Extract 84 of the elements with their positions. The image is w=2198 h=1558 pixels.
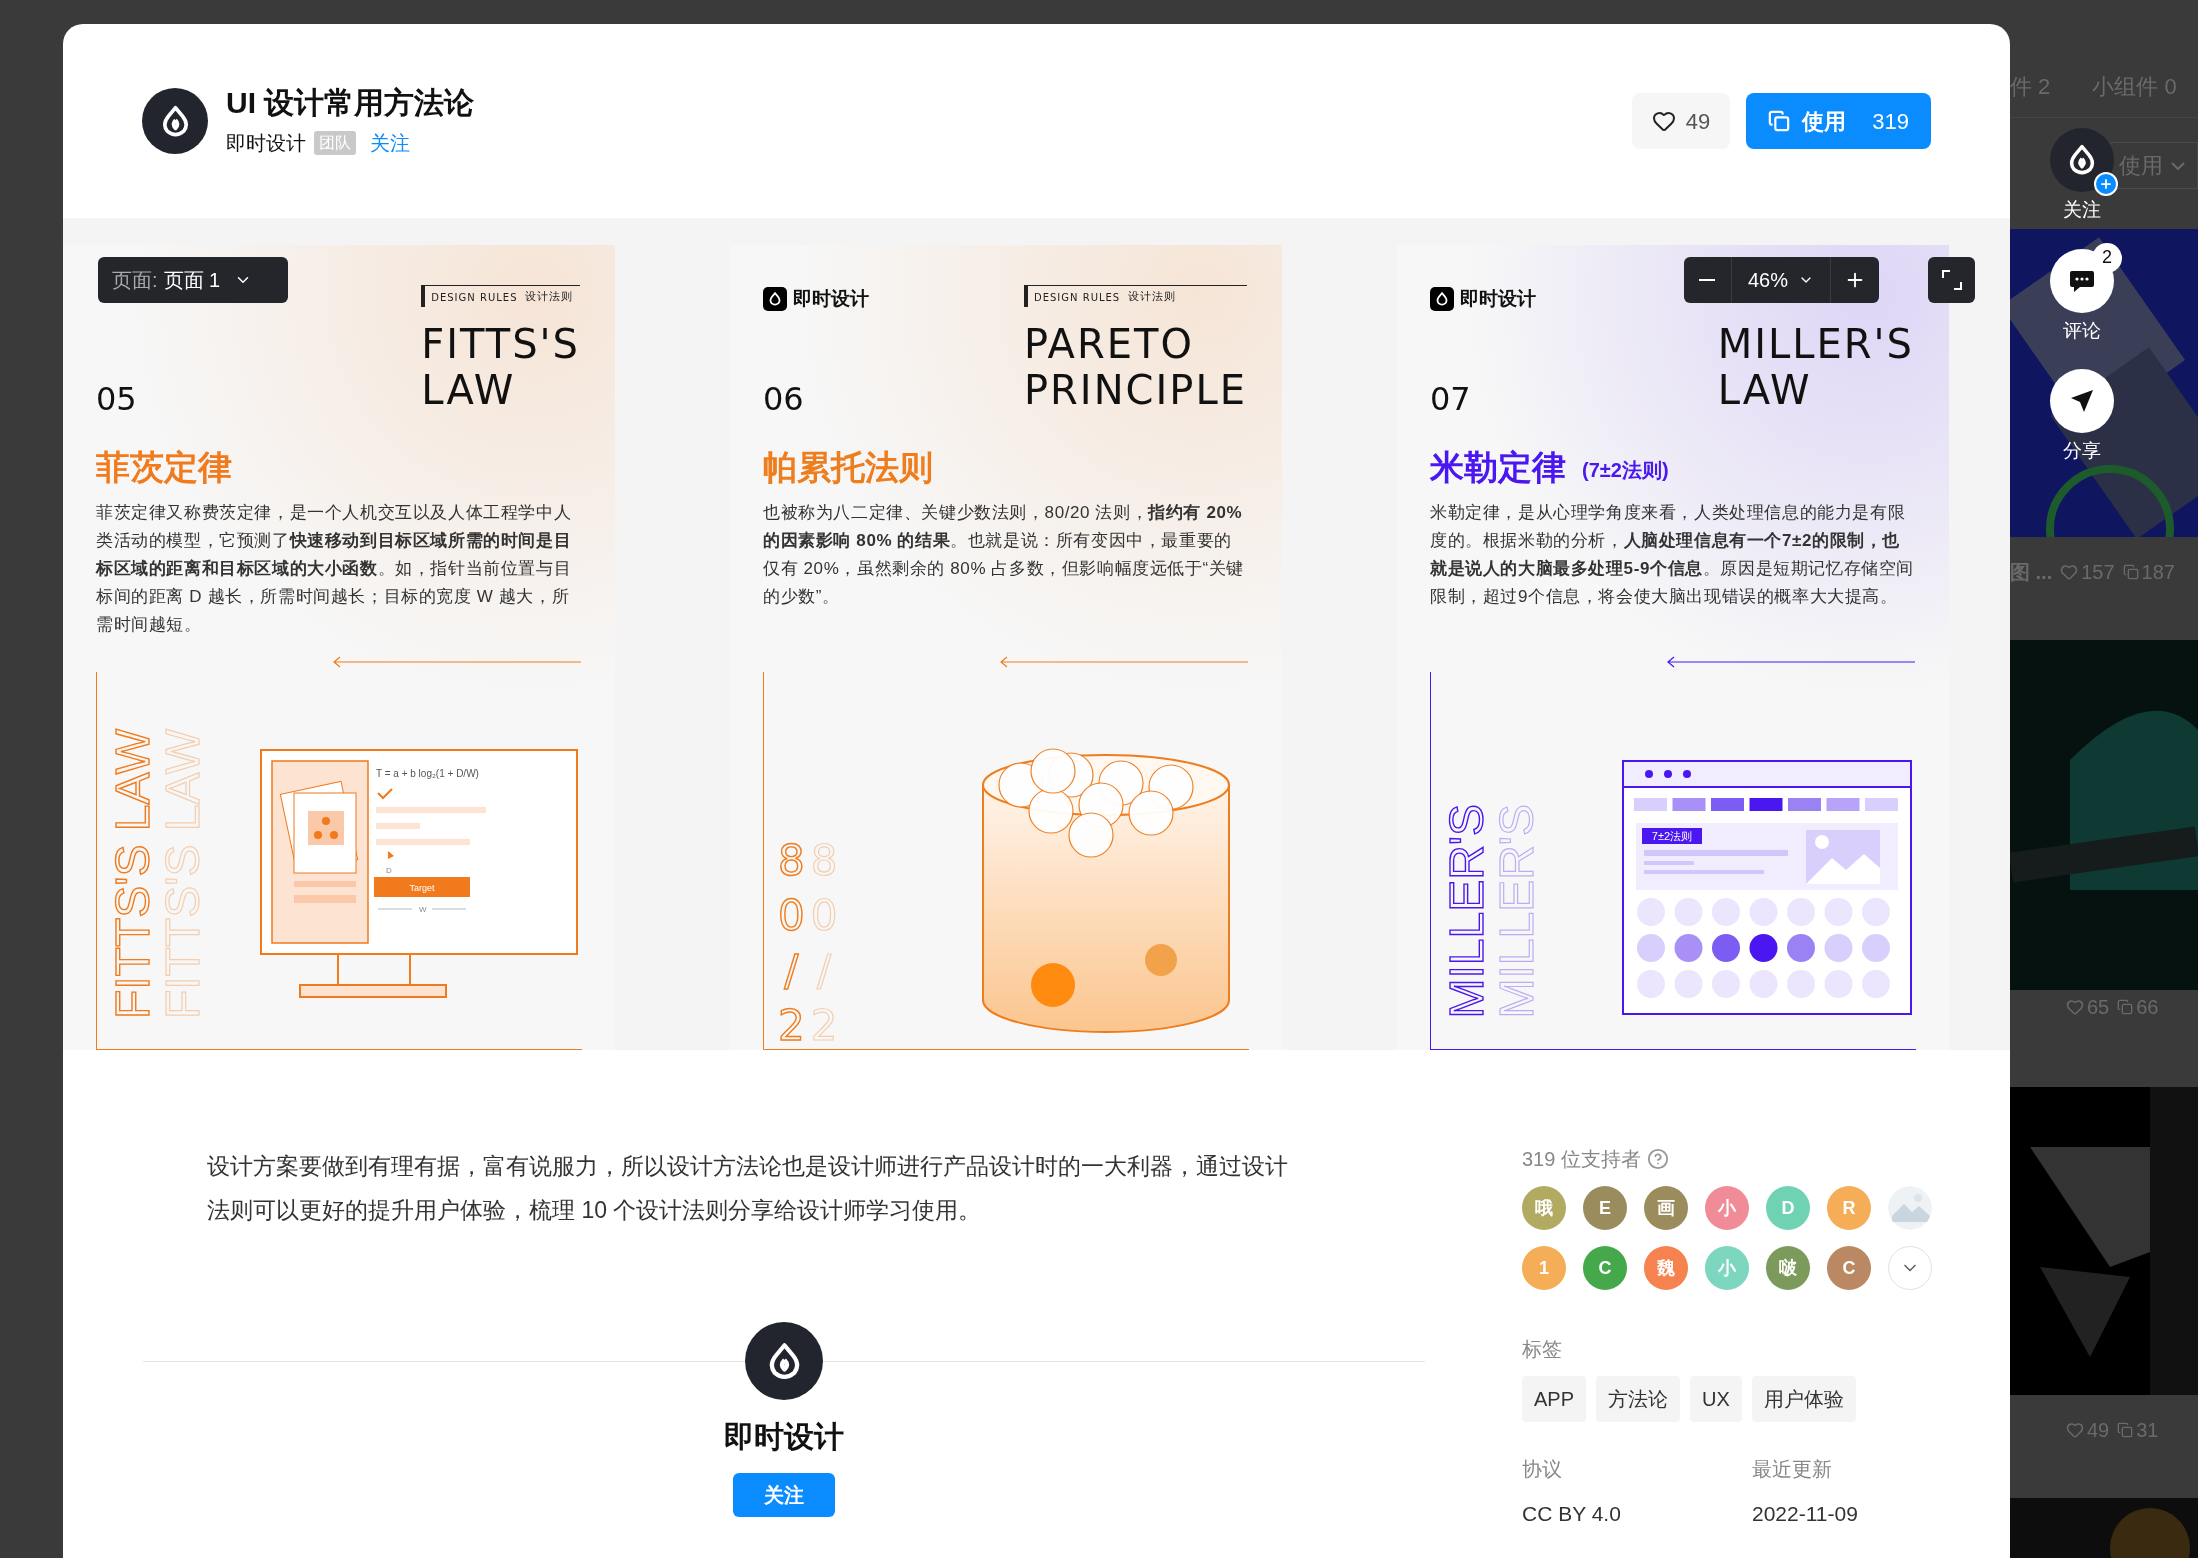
- supporter-avatar[interactable]: 小: [1705, 1186, 1749, 1230]
- rule-description: 米勒定律，是从心理学角度来看，人类处理信息的能力是有限度的。根据米勒的分析，人脑处理信息有一个7±2的限制，也就是说人的大脑最多处理5-9个信息。原因是短期记忆存储空间限制，超过9个信息，将会使大脑出现错误的概率大大提高。: [1430, 502, 1915, 608]
- heart-icon: [1651, 109, 1676, 133]
- tag-chip[interactable]: 方法论: [1596, 1376, 1681, 1422]
- brand-name: 即时设计: [793, 286, 869, 311]
- rule-number: 06: [763, 383, 805, 415]
- tags-heading: 标签: [1522, 1337, 1563, 1362]
- vertical-text: MILLER'S: [1495, 804, 1539, 1019]
- meta-value: CC BY 4.0: [1522, 1501, 1622, 1527]
- paper-plane-icon: [2069, 388, 2095, 414]
- heart-icon: [2066, 998, 2084, 1017]
- vertical-text: 80/2: [810, 835, 838, 1050]
- logo-icon: [1430, 287, 1454, 311]
- fullscreen-button[interactable]: [1928, 257, 1975, 303]
- meta-label: 协议: [1522, 1457, 1563, 1482]
- rule-description: 菲茨定律又称费茨定律，是一个人机交互以及人体工程学中人类活动的模型，它预测了快速移动到目标区域所需的时间是目标区域的距离和目标区域的大小函数。如，指针当前位置与目标间的距离 D 越长，所需时间越长；目标的宽度 W 越大，所需时间越短。: [96, 502, 573, 636]
- heart-icon: [2066, 1421, 2084, 1440]
- copy-icon: [1768, 110, 1791, 132]
- left-arrow-icon: [1666, 656, 1916, 668]
- fullscreen-icon: [1940, 269, 1963, 291]
- supporter-avatar[interactable]: C: [1583, 1246, 1627, 1290]
- follow-button[interactable]: 关注: [733, 1473, 835, 1517]
- copy-icon: [2117, 1422, 2134, 1439]
- like-button[interactable]: 49: [1631, 93, 1731, 149]
- help-icon[interactable]: [1646, 1148, 1669, 1170]
- minus-icon: [1699, 279, 1716, 281]
- copy-icon: [2117, 999, 2134, 1016]
- supporter-avatar[interactable]: D: [1766, 1186, 1810, 1230]
- work-description: 设计方案要做到有理有据，富有说服力，所以设计方法论也是设计师进行产品设计时的一大利器，通过设计法则可以更好的提升用户体验，梳理 10 个设计法则分享给设计师学习使用。: [207, 1152, 1289, 1225]
- supporter-avatar[interactable]: 啵: [1766, 1246, 1810, 1290]
- vertical-text: 80/2: [778, 835, 805, 1050]
- page-select[interactable]: 页面: 页面 1: [98, 257, 288, 303]
- author-name[interactable]: 即时设计: [226, 128, 306, 158]
- vertical-text: MILLER'S: [1445, 804, 1489, 1019]
- rule-number: 05: [96, 383, 137, 415]
- action-label: 评论: [2063, 318, 2101, 343]
- use-button[interactable]: 使用 319: [1746, 93, 1931, 149]
- work-title: UI 设计常用方法论: [226, 85, 475, 121]
- english-title: FITTS'S LAW: [421, 321, 580, 413]
- supporter-avatar[interactable]: 魏: [1644, 1246, 1688, 1290]
- english-title: PARETO PRINCIPLE: [1023, 321, 1247, 413]
- supporter-avatar[interactable]: E: [1583, 1186, 1627, 1230]
- supporter-avatar[interactable]: R: [1827, 1186, 1871, 1230]
- plus-icon[interactable]: [2094, 172, 2118, 196]
- meta-label: 最近更新: [1752, 1457, 1833, 1482]
- left-arrow-icon: [332, 656, 582, 668]
- supporters-count: 319 位支持者: [1522, 1147, 1641, 1172]
- tag-chip[interactable]: 用户体验: [1751, 1376, 1856, 1422]
- vertical-text: FITTS'S LAW: [161, 728, 205, 1019]
- chinese-title: 米勒定律: [1430, 447, 1566, 487]
- rule-number: 07: [1430, 383, 1472, 415]
- design-rules-tag: DESIGN RULES 设计法则: [421, 285, 580, 307]
- follow-link[interactable]: 关注: [370, 128, 410, 158]
- rule-description: 也被称为八二定律、关键少数法则，80/20 法则，指约有 20% 的因素影响 80% 的结果。也就是说：所有变因中，最重要的仅有 20%，虽然剩余的 80% 占多数，但影响幅度远低于“关键的少数”。: [763, 502, 1246, 608]
- logo-icon: [763, 287, 787, 311]
- formula-text: T = a + b log₂(1 + D/W): [376, 768, 479, 779]
- english-title: MILLER'S LAW: [1717, 321, 1914, 413]
- chinese-title: 菲茨定律: [96, 447, 232, 487]
- action-label: 分享: [2063, 439, 2101, 463]
- supporter-avatar[interactable]: C: [1827, 1246, 1871, 1290]
- meta-value: 2022-11-09: [1752, 1501, 1859, 1527]
- comment-icon: [2069, 268, 2095, 293]
- distance-label: D: [386, 866, 392, 875]
- title-note: (7±2法则): [1582, 458, 1669, 483]
- zoom-select[interactable]: 46%: [1731, 257, 1831, 303]
- tag-chip[interactable]: UX: [1690, 1376, 1742, 1422]
- chinese-title: 帕累托法则: [763, 447, 933, 487]
- action-label: 关注: [2063, 198, 2101, 222]
- heart-icon: [2060, 563, 2079, 582]
- badge-text: 7±2法则: [1651, 830, 1693, 842]
- tag-chip[interactable]: APP: [1522, 1376, 1587, 1422]
- copy-icon: [2122, 564, 2139, 581]
- supporter-avatar[interactable]: 哦: [1522, 1186, 1566, 1230]
- left-arrow-icon: [999, 656, 1249, 668]
- chevron-down-icon: [2171, 161, 2185, 170]
- target-label: Target: [409, 883, 435, 893]
- supporter-avatar[interactable]: 画: [1644, 1186, 1688, 1230]
- width-label: W: [419, 905, 427, 914]
- brand-name: 即时设计: [1460, 286, 1536, 311]
- design-rules-tag: DESIGN RULES 设计法则: [1023, 285, 1247, 307]
- author-name[interactable]: 即时设计: [724, 1414, 844, 1459]
- supporter-avatar[interactable]: 1: [1522, 1246, 1566, 1290]
- vertical-text: FITTS'S LAW: [111, 728, 155, 1019]
- supporter-avatar[interactable]: 小: [1705, 1246, 1749, 1290]
